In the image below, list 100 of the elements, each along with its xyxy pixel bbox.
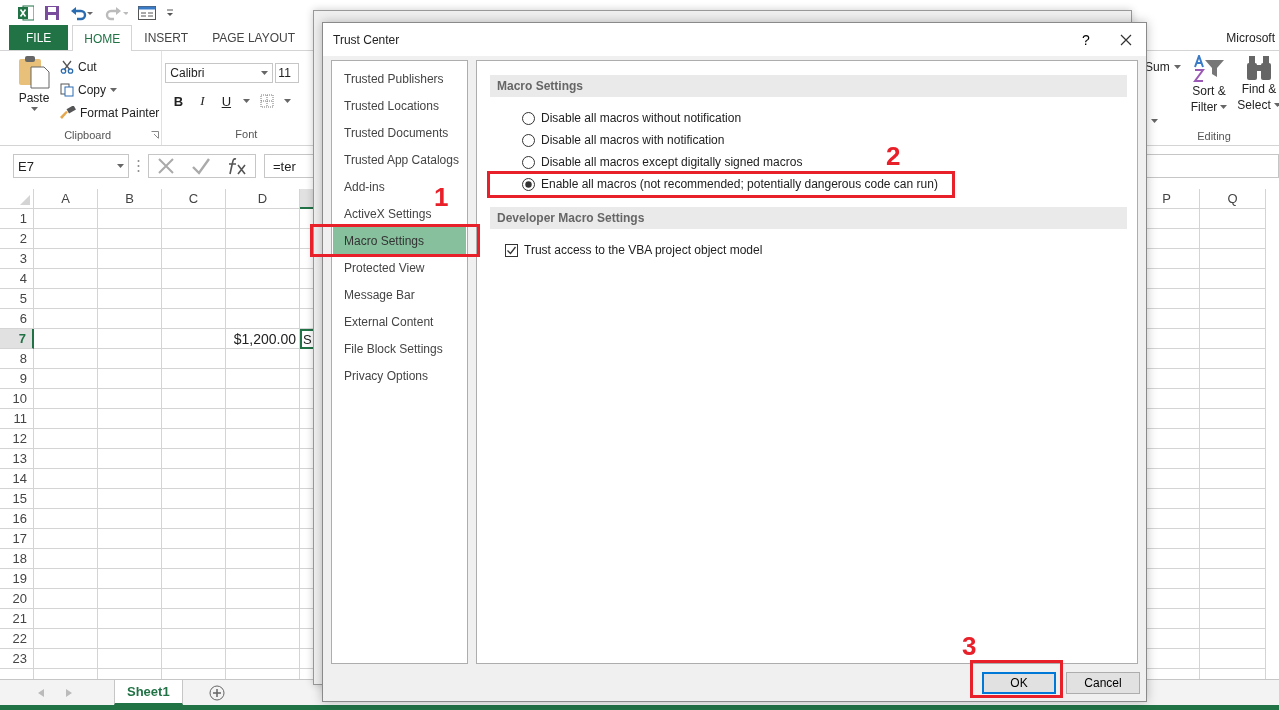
table-cell[interactable]	[226, 449, 300, 469]
column-header[interactable]: C	[162, 189, 226, 209]
table-cell[interactable]	[226, 469, 300, 489]
scroll-right-icon[interactable]	[66, 688, 72, 697]
table-cell[interactable]	[162, 329, 226, 349]
table-cell[interactable]	[226, 249, 300, 269]
table-cell[interactable]	[226, 349, 300, 369]
table-cell[interactable]	[98, 509, 162, 529]
ok-button[interactable]: OK	[982, 671, 1056, 694]
ribbon-tab[interactable]: INSERT	[132, 25, 201, 50]
table-cell[interactable]	[162, 389, 226, 409]
table-cell[interactable]	[162, 469, 226, 489]
radio-label[interactable]: Disable all macros without notification	[541, 111, 742, 126]
radio-button[interactable]	[522, 133, 535, 147]
table-cell[interactable]	[1200, 449, 1266, 469]
table-cell[interactable]	[226, 309, 300, 329]
table-cell[interactable]	[1200, 329, 1266, 349]
table-cell[interactable]	[226, 569, 300, 589]
table-cell[interactable]	[98, 329, 162, 349]
sort-filter-button[interactable]: Sort & Filter	[1190, 55, 1228, 127]
copy-label[interactable]: Copy	[78, 82, 106, 97]
scroll-left-icon[interactable]	[38, 688, 44, 697]
row-header[interactable]: 3	[0, 249, 34, 269]
table-cell[interactable]	[226, 229, 300, 249]
row-header[interactable]: 21	[0, 609, 34, 629]
table-cell[interactable]	[162, 369, 226, 389]
table-cell[interactable]	[162, 609, 226, 629]
nav-item[interactable]: Message Bar	[333, 284, 419, 306]
border-icon[interactable]	[260, 94, 275, 108]
table-cell[interactable]	[34, 649, 98, 669]
table-cell[interactable]	[162, 629, 226, 649]
radio-button[interactable]	[522, 111, 535, 125]
table-cell[interactable]	[1200, 309, 1266, 329]
table-cell[interactable]	[98, 469, 162, 489]
undo-icon[interactable]	[70, 4, 94, 21]
table-cell[interactable]	[98, 229, 162, 249]
nav-item[interactable]: Protected View	[333, 257, 429, 279]
table-cell[interactable]	[226, 209, 300, 229]
table-cell[interactable]	[1200, 409, 1266, 429]
table-cell[interactable]	[162, 529, 226, 549]
name-box[interactable]: E7	[13, 154, 129, 178]
table-cell[interactable]	[98, 309, 162, 329]
underline-button[interactable]: U	[219, 93, 234, 109]
row-header[interactable]: 18	[0, 549, 34, 569]
table-cell[interactable]	[1200, 229, 1266, 249]
nav-item[interactable]: Trusted Publishers	[333, 68, 448, 90]
table-cell[interactable]	[162, 589, 226, 609]
ribbon-tab[interactable]: PAGE LAYOUT	[200, 25, 308, 50]
row-header[interactable]: 19	[0, 569, 34, 589]
column-header[interactable]: D	[226, 189, 300, 209]
table-cell[interactable]	[226, 289, 300, 309]
table-cell[interactable]	[1200, 369, 1266, 389]
table-cell[interactable]	[1200, 609, 1266, 629]
table-cell[interactable]	[162, 569, 226, 589]
table-cell[interactable]	[1200, 629, 1266, 649]
table-cell[interactable]	[162, 209, 226, 229]
help-button[interactable]: ?	[1066, 30, 1106, 49]
form-icon[interactable]	[138, 5, 156, 20]
table-cell[interactable]	[98, 569, 162, 589]
column-header[interactable]: Q	[1200, 189, 1266, 209]
radio-label[interactable]: Disable all macros except digitally signed macros	[541, 155, 803, 170]
table-cell[interactable]	[34, 209, 98, 229]
table-cell[interactable]	[34, 289, 98, 309]
table-cell[interactable]	[1200, 209, 1266, 229]
table-cell[interactable]	[98, 449, 162, 469]
checkbox-label[interactable]: Trust access to the VBA project object model	[524, 243, 763, 258]
file-tab[interactable]: FILE	[9, 25, 69, 50]
table-cell[interactable]	[34, 449, 98, 469]
add-sheet-icon[interactable]	[208, 684, 225, 701]
table-cell[interactable]	[162, 309, 226, 329]
table-cell[interactable]	[226, 629, 300, 649]
table-cell[interactable]	[226, 269, 300, 289]
row-header[interactable]: 11	[0, 409, 34, 429]
table-cell[interactable]	[34, 349, 98, 369]
table-cell[interactable]	[162, 509, 226, 529]
table-cell[interactable]	[34, 429, 98, 449]
table-cell[interactable]	[34, 529, 98, 549]
cancel-button[interactable]: Cancel	[1066, 671, 1140, 694]
paste-label[interactable]: Paste	[18, 91, 50, 105]
redo-icon[interactable]	[104, 4, 128, 21]
row-header[interactable]: 5	[0, 289, 34, 309]
table-cell[interactable]	[162, 489, 226, 509]
nav-item[interactable]: Macro Settings	[333, 227, 466, 255]
table-cell[interactable]	[98, 649, 162, 669]
row-header[interactable]: 22	[0, 629, 34, 649]
table-cell[interactable]	[34, 409, 98, 429]
table-cell[interactable]	[226, 429, 300, 449]
table-cell[interactable]	[34, 269, 98, 289]
table-cell[interactable]	[34, 249, 98, 269]
table-cell[interactable]	[1200, 469, 1266, 489]
table-cell[interactable]	[162, 409, 226, 429]
table-cell[interactable]	[1200, 429, 1266, 449]
table-cell[interactable]	[98, 209, 162, 229]
table-cell[interactable]	[226, 549, 300, 569]
table-cell[interactable]	[34, 509, 98, 529]
column-header[interactable]: A	[34, 189, 98, 209]
table-cell[interactable]	[98, 629, 162, 649]
table-cell[interactable]	[1200, 349, 1266, 369]
nav-item[interactable]: Trusted Documents	[333, 122, 453, 144]
table-cell[interactable]	[226, 609, 300, 629]
